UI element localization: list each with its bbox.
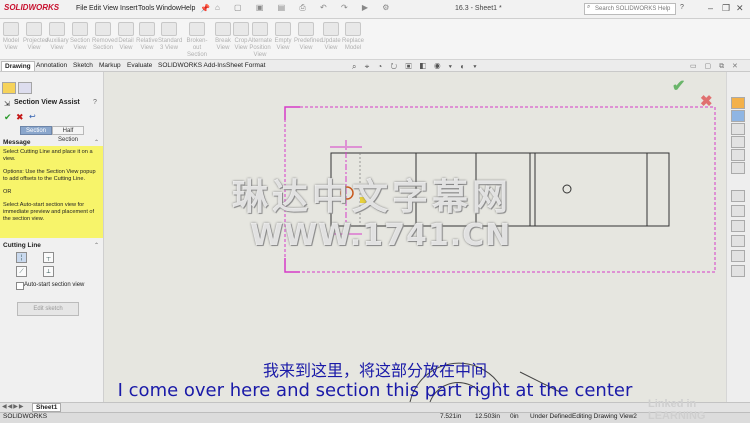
subtitle-english: I come over here and section this part r… <box>117 380 633 401</box>
view-corner <box>284 258 300 273</box>
watermark-chinese: 琳达中文字幕网 <box>232 177 513 218</box>
status-x: 7.521in <box>440 413 462 420</box>
watermark-url: WWW.1741.CN <box>250 218 512 253</box>
linkedin-learning-logo: Linked in LEARNING <box>648 398 706 422</box>
view-corner <box>284 106 300 120</box>
task-icon[interactable] <box>731 250 745 262</box>
appearances-icon[interactable] <box>731 149 745 161</box>
sheet-tab[interactable]: Sheet1 <box>32 403 62 412</box>
custom-properties-icon[interactable] <box>731 162 745 174</box>
status-bar <box>0 412 750 423</box>
subtitle-chinese: 我来到这里，将这部分放在中间 <box>262 361 487 380</box>
task-icon[interactable] <box>731 220 745 232</box>
task-icon[interactable] <box>731 205 745 217</box>
file-explorer-icon[interactable] <box>731 123 745 135</box>
status-app: SOLIDWORKS <box>3 413 48 420</box>
hole-feature <box>562 184 572 194</box>
sheet-nav-icon[interactable]: ◀◀▶▶ <box>2 403 24 410</box>
task-icon[interactable] <box>731 235 745 247</box>
view-palette-icon[interactable] <box>731 136 745 148</box>
status-state: Under Defined <box>530 413 572 420</box>
task-icon[interactable] <box>731 265 745 277</box>
resources-icon[interactable] <box>731 97 745 109</box>
task-icon[interactable] <box>731 190 745 202</box>
status-editing: Editing Drawing View2 <box>572 413 637 420</box>
status-y: 12.503in <box>475 413 500 420</box>
status-z: 0in <box>510 413 519 420</box>
design-library-icon[interactable] <box>731 110 745 122</box>
